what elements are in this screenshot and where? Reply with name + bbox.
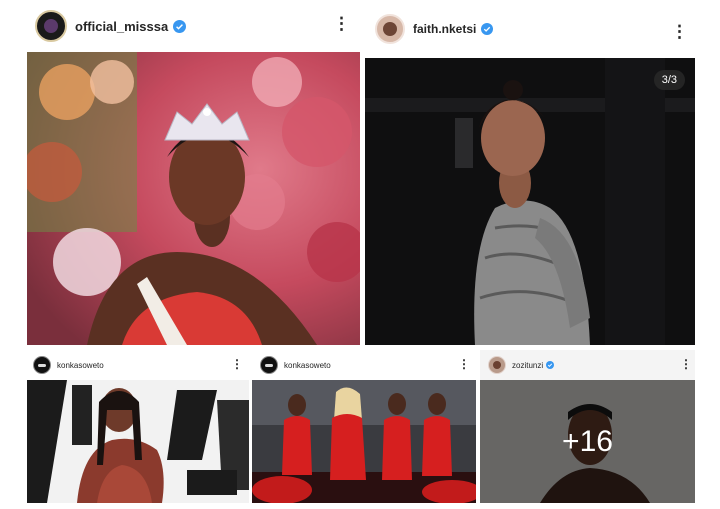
username[interactable]: official_misssa xyxy=(75,19,168,34)
avatar[interactable] xyxy=(488,356,506,374)
verified-badge-icon xyxy=(173,19,187,33)
verified-badge-icon xyxy=(481,23,494,35)
username[interactable]: konkasoweto xyxy=(284,361,331,370)
post-header: official_misssa xyxy=(27,0,360,52)
carousel-counter: 3/3 xyxy=(653,70,685,90)
avatar[interactable] xyxy=(375,14,405,44)
post-photo[interactable] xyxy=(27,52,360,345)
post-header: faith.nketsi xyxy=(365,0,695,58)
post-header: konkasoweto xyxy=(27,350,249,380)
username[interactable]: zozitunzi xyxy=(512,361,543,370)
post-card-faith-nketsi: faith.nketsi ⋮ 3/3 xyxy=(365,0,695,345)
avatar[interactable] xyxy=(260,356,278,374)
more-options-icon[interactable]: ⋮ xyxy=(671,22,688,42)
post-header: konkasoweto xyxy=(252,350,476,380)
avatar[interactable] xyxy=(33,356,51,374)
group-in-red-dresses-photo xyxy=(252,380,476,503)
more-options-icon[interactable]: ⋮ xyxy=(231,357,243,371)
username[interactable]: konkasoweto xyxy=(57,361,104,370)
post-header: zozitunzi xyxy=(480,350,695,380)
post-card-konkasoweto-2: konkasoweto ⋮ xyxy=(252,350,476,503)
more-options-icon[interactable]: ⋮ xyxy=(680,357,692,371)
avatar[interactable] xyxy=(35,10,67,42)
post-photo[interactable]: 3/3 xyxy=(365,58,695,345)
woman-in-snakeskin-dress-photo xyxy=(365,58,695,345)
post-photo[interactable] xyxy=(27,380,249,503)
more-options-icon[interactable]: ⋮ xyxy=(333,14,350,34)
post-card-konkasoweto-1: konkasoweto ⋮ xyxy=(27,350,249,503)
pageant-winner-photo xyxy=(27,52,360,345)
more-options-icon[interactable]: ⋮ xyxy=(458,357,470,371)
more-photos-overlay[interactable]: +16 xyxy=(480,380,695,503)
verified-badge-icon xyxy=(546,361,555,369)
woman-in-leather-outfit-photo xyxy=(27,380,249,503)
post-card-official-misssa: official_misssa ⋮ xyxy=(27,0,360,345)
post-photo[interactable]: +16 xyxy=(480,380,695,503)
post-photo[interactable] xyxy=(252,380,476,503)
username[interactable]: faith.nketsi xyxy=(413,22,476,36)
post-card-zozitunzi: zozitunzi ⋮ +16 xyxy=(480,350,695,503)
